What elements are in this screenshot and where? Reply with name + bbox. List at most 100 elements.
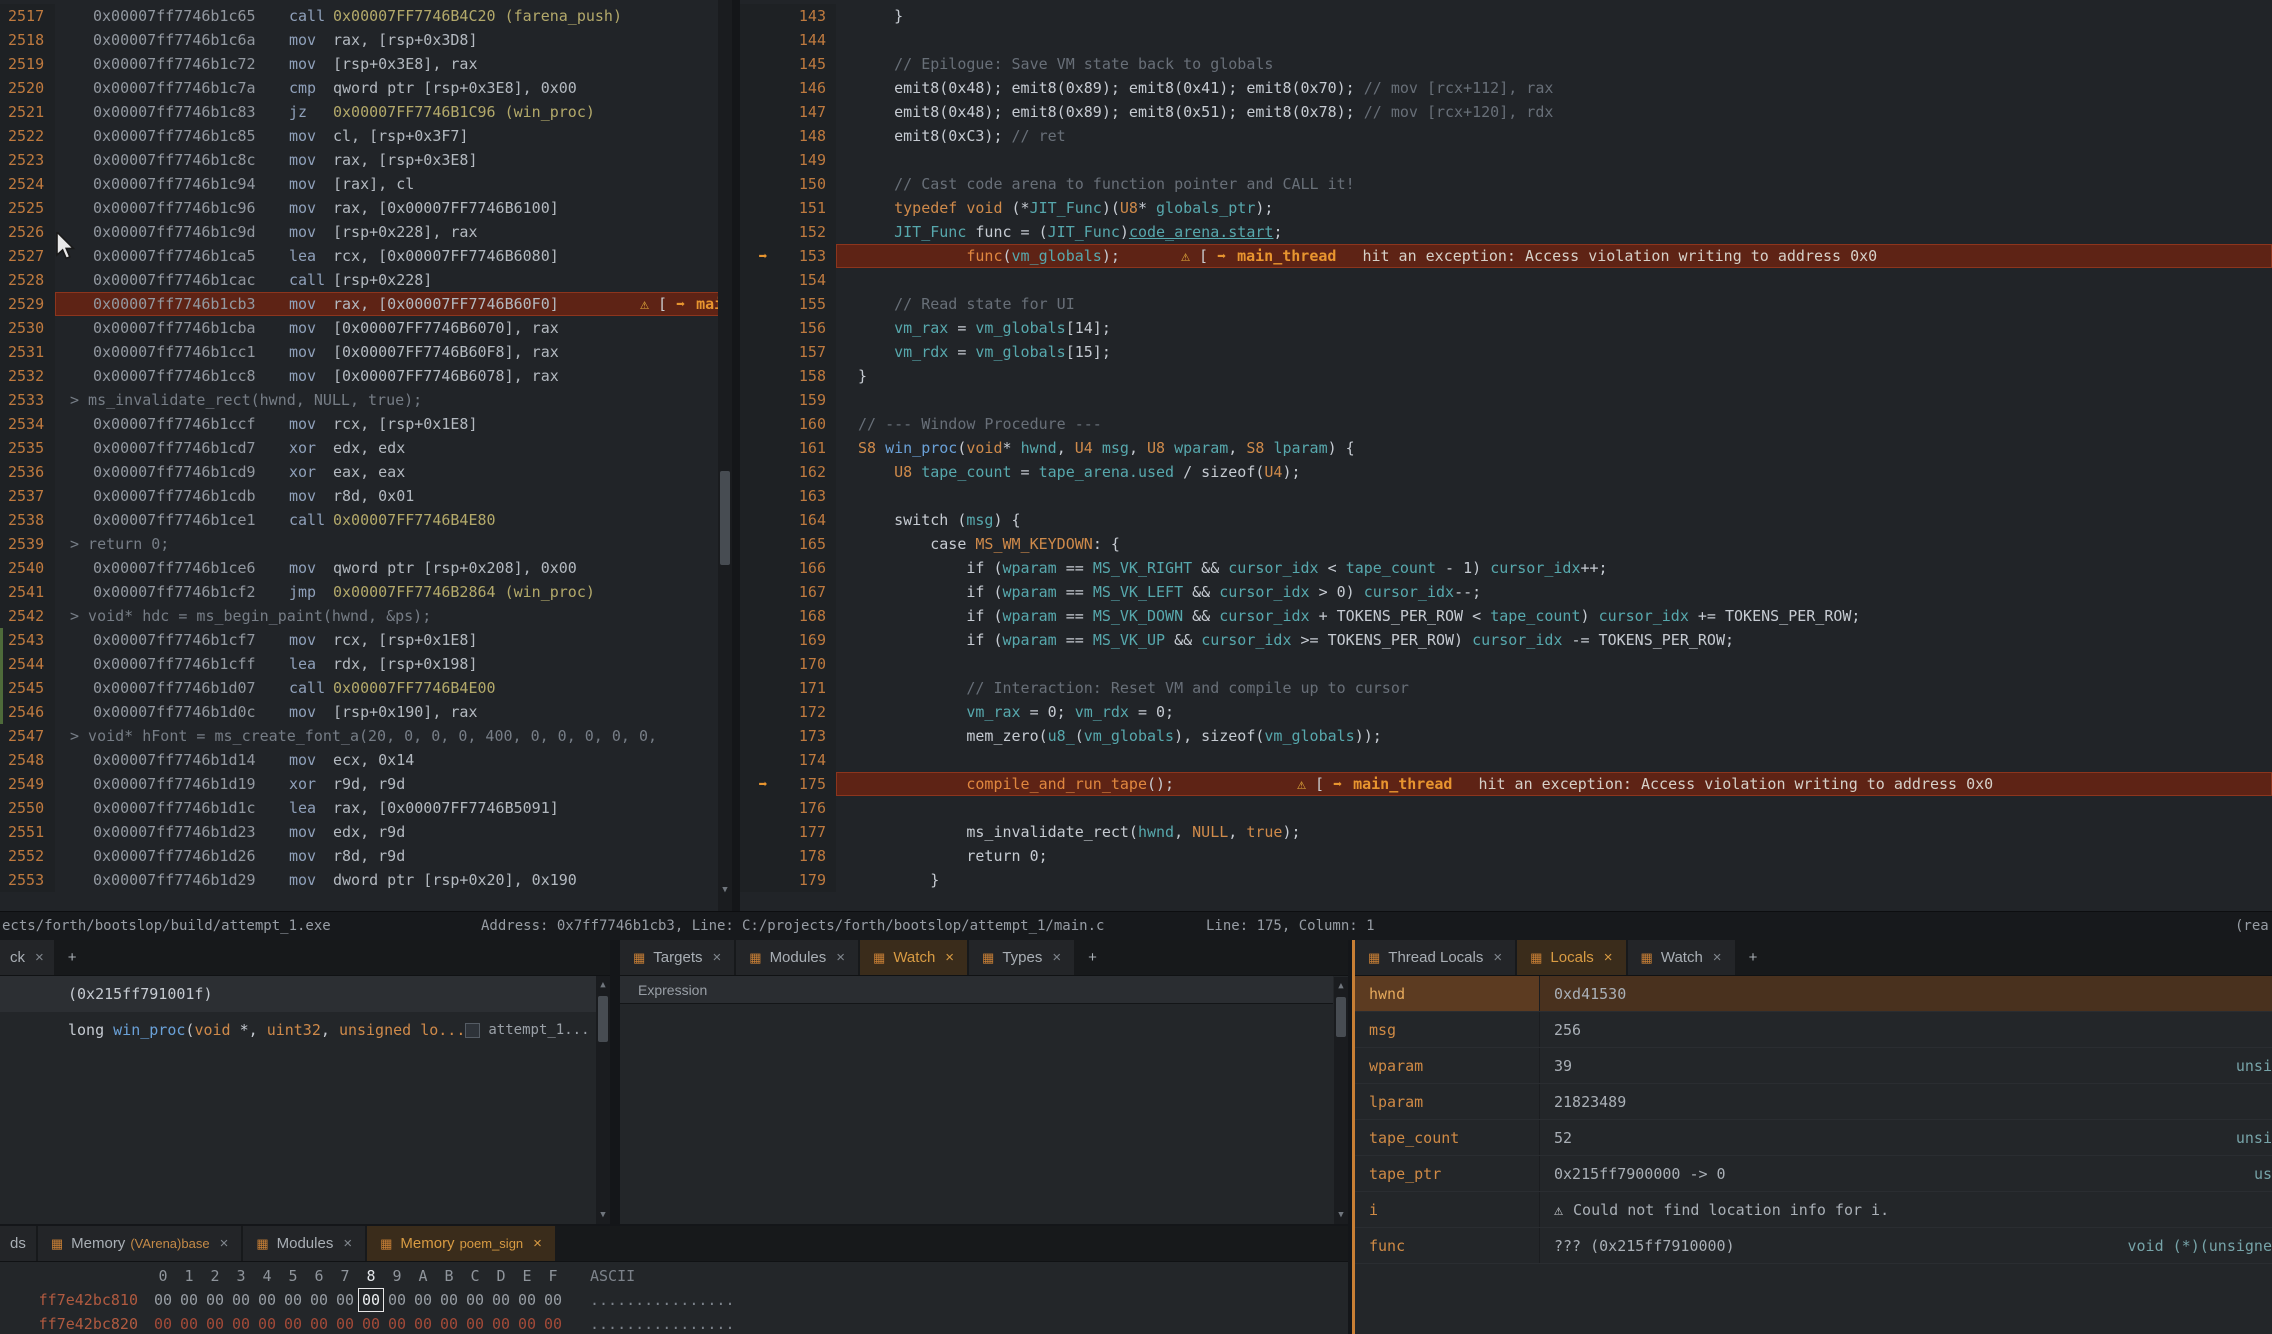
source-row[interactable]: 174 [740, 748, 2272, 772]
tab-thread-locals[interactable]: ▦Thread Locals× [1355, 940, 1515, 975]
line-number[interactable]: 2552 [0, 844, 55, 868]
breakpoint-gutter[interactable] [740, 556, 786, 580]
breakpoint-gutter[interactable] [740, 676, 786, 700]
memory-byte[interactable]: 00 [488, 1288, 514, 1312]
breakpoint-gutter[interactable] [740, 316, 786, 340]
source-row[interactable]: 148 emit8(0xC3); // ret [740, 124, 2272, 148]
line-number[interactable]: 147 [786, 100, 836, 124]
memory-byte[interactable]: 00 [280, 1312, 306, 1334]
memory-byte-selected[interactable]: 00 [358, 1288, 384, 1312]
disasm-row[interactable]: 25290x00007ff7746b1cb3movrax, [0x00007FF… [0, 292, 732, 316]
line-number[interactable]: 2538 [0, 508, 55, 532]
scrollbar-thumb[interactable] [598, 996, 608, 1042]
breakpoint-gutter[interactable] [740, 196, 786, 220]
line-number[interactable]: 163 [786, 484, 836, 508]
memory-byte[interactable]: 00 [228, 1288, 254, 1312]
source-row[interactable]: 166 if (wparam == MS_VK_RIGHT && cursor_… [740, 556, 2272, 580]
line-number[interactable]: 143 [786, 4, 836, 28]
tab-memory[interactable]: ▦Memorypoem_sign× [367, 1226, 555, 1261]
disasm-row[interactable]: 25180x00007ff7746b1c6amovrax, [rsp+0x3D8… [0, 28, 732, 52]
breakpoint-gutter[interactable] [740, 748, 786, 772]
disasm-row[interactable]: 25410x00007ff7746b1cf2jmp0x00007FF7746B2… [0, 580, 732, 604]
tab-close-icon[interactable]: × [713, 949, 722, 966]
source-row[interactable]: 173 mem_zero(u8_(vm_globals), sizeof(vm_… [740, 724, 2272, 748]
line-number[interactable]: 170 [786, 652, 836, 676]
line-number[interactable]: 2531 [0, 340, 55, 364]
line-number[interactable]: 144 [786, 28, 836, 52]
disasm-row[interactable]: 25530x00007ff7746b1d29movdword ptr [rsp+… [0, 868, 732, 892]
line-number[interactable]: 2534 [0, 412, 55, 436]
breakpoint-gutter[interactable] [740, 268, 786, 292]
source-row[interactable]: 158} [740, 364, 2272, 388]
disasm-row[interactable]: 25370x00007ff7746b1cdbmovr8d, 0x01 [0, 484, 732, 508]
memory-byte[interactable]: 00 [332, 1288, 358, 1312]
line-number[interactable]: 165 [786, 532, 836, 556]
line-number[interactable]: 2544 [0, 652, 55, 676]
source-row[interactable]: 169 if (wparam == MS_VK_UP && cursor_idx… [740, 628, 2272, 652]
line-number[interactable]: 168 [786, 604, 836, 628]
memory-byte[interactable]: 00 [436, 1312, 462, 1334]
locals-row[interactable]: wparam39unsi [1355, 1048, 2272, 1084]
source-row[interactable]: 179 } [740, 868, 2272, 892]
breakpoint-gutter[interactable] [740, 724, 786, 748]
line-number[interactable]: 153 [786, 244, 836, 268]
disasm-row[interactable]: 25310x00007ff7746b1cc1mov[0x00007FF7746B… [0, 340, 732, 364]
memory-byte[interactable]: 00 [306, 1312, 332, 1334]
memory-byte[interactable]: 00 [280, 1288, 306, 1312]
breakpoint-gutter[interactable] [740, 628, 786, 652]
memory-byte[interactable]: 00 [514, 1312, 540, 1334]
source-row[interactable]: 146 emit8(0x48); emit8(0x89); emit8(0x41… [740, 76, 2272, 100]
breakpoint-gutter[interactable] [740, 364, 786, 388]
disasm-row[interactable]: 25280x00007ff7746b1caccall[rsp+0x228] [0, 268, 732, 292]
breakpoint-gutter[interactable] [740, 868, 786, 892]
source-row[interactable]: 172 vm_rax = 0; vm_rdx = 0; [740, 700, 2272, 724]
callstack-frame[interactable]: (0x215ff791001f) [0, 976, 610, 1012]
watch-scrollbar[interactable]: ▲ ▼ [1334, 977, 1348, 1224]
breakpoint-gutter[interactable] [740, 76, 786, 100]
tab-modules[interactable]: ▦Modules× [243, 1226, 365, 1261]
scroll-down-icon[interactable]: ▼ [1334, 1206, 1348, 1224]
disasm-row[interactable]: 25400x00007ff7746b1ce6movqword ptr [rsp+… [0, 556, 732, 580]
memory-byte[interactable]: 00 [410, 1312, 436, 1334]
memory-byte[interactable]: 00 [436, 1288, 462, 1312]
source-row[interactable]: 176 [740, 796, 2272, 820]
line-number[interactable]: 2530 [0, 316, 55, 340]
disasm-row[interactable]: 25430x00007ff7746b1cf7movrcx, [rsp+0x1E8… [0, 628, 732, 652]
disasm-row[interactable]: 25270x00007ff7746b1ca5learcx, [0x00007FF… [0, 244, 732, 268]
line-number[interactable]: 2533 [0, 388, 55, 412]
panel-splitter[interactable] [610, 940, 620, 1224]
line-number[interactable]: 171 [786, 676, 836, 700]
line-number[interactable]: 149 [786, 148, 836, 172]
line-number[interactable]: 2528 [0, 268, 55, 292]
source-row[interactable]: 177 ms_invalidate_rect(hwnd, NULL, true)… [740, 820, 2272, 844]
execution-arrow-icon[interactable]: ➡ [740, 244, 786, 268]
new-tab-button[interactable]: + [1737, 940, 1770, 975]
line-number[interactable]: 2536 [0, 460, 55, 484]
line-number[interactable]: 2537 [0, 484, 55, 508]
line-number[interactable]: 2526 [0, 220, 55, 244]
breakpoint-gutter[interactable] [740, 796, 786, 820]
source-row[interactable]: 150 // Cast code arena to function point… [740, 172, 2272, 196]
disasm-row[interactable]: 25230x00007ff7746b1c8cmovrax, [rsp+0x3E8… [0, 148, 732, 172]
breakpoint-gutter[interactable] [740, 820, 786, 844]
line-number[interactable]: 2525 [0, 196, 55, 220]
tab-close-icon[interactable]: × [1052, 949, 1061, 966]
line-number[interactable]: 146 [786, 76, 836, 100]
source-row[interactable]: 152 JIT_Func func = (JIT_Func)code_arena… [740, 220, 2272, 244]
line-number[interactable]: 2529 [0, 292, 55, 316]
line-number[interactable]: 148 [786, 124, 836, 148]
source-row[interactable]: 154 [740, 268, 2272, 292]
disasm-row[interactable]: 25460x00007ff7746b1d0cmov[rsp+0x190], ra… [0, 700, 732, 724]
memory-byte[interactable]: 00 [384, 1288, 410, 1312]
source-row[interactable]: 156 vm_rax = vm_globals[14]; [740, 316, 2272, 340]
source-row[interactable]: 170 [740, 652, 2272, 676]
tab-watch[interactable]: ▦Watch× [860, 940, 967, 975]
line-number[interactable]: 2521 [0, 100, 55, 124]
tab-close-icon[interactable]: × [1493, 949, 1502, 966]
source-row[interactable]: 160// --- Window Procedure --- [740, 412, 2272, 436]
line-number[interactable]: 2524 [0, 172, 55, 196]
line-number[interactable]: 161 [786, 436, 836, 460]
line-number[interactable]: 162 [786, 460, 836, 484]
line-number[interactable]: 2539 [0, 532, 55, 556]
locals-row[interactable]: tape_ptr0x215ff7900000 -> 0us [1355, 1156, 2272, 1192]
